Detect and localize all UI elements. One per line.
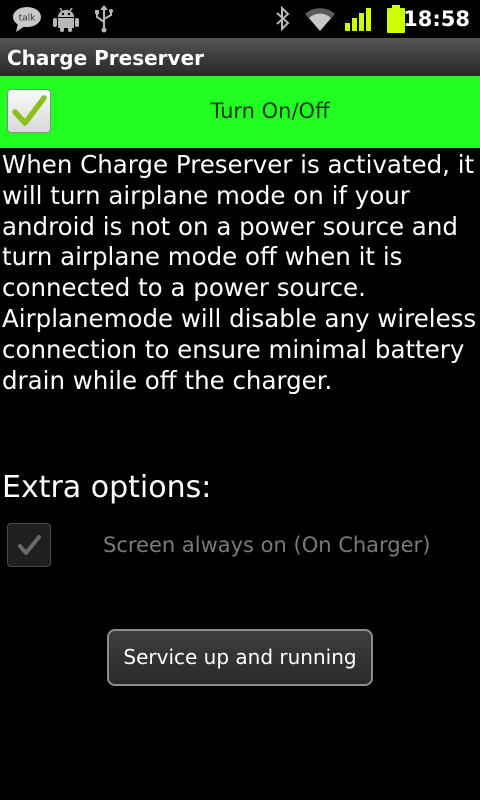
extra-options-heading: Extra options: bbox=[2, 470, 212, 505]
service-status-button[interactable]: Service up and running bbox=[107, 629, 373, 686]
app-title: Charge Preserver bbox=[7, 46, 205, 70]
title-bar: Charge Preserver bbox=[0, 38, 480, 77]
description-text: When Charge Preserver is activated, it w… bbox=[2, 150, 477, 395]
android-debug-icon bbox=[53, 7, 79, 32]
check-mark-icon bbox=[18, 535, 41, 555]
turn-on-off-label: Turn On/Off bbox=[210, 99, 330, 123]
turn-on-off-checkbox[interactable] bbox=[7, 89, 51, 133]
talk-icon: talk bbox=[13, 7, 41, 32]
turn-on-off-toggle[interactable]: Turn On/Off bbox=[0, 76, 480, 148]
talk-icon-label: talk bbox=[19, 14, 37, 24]
check-mark-icon bbox=[12, 95, 47, 126]
screen-always-on-checkbox[interactable] bbox=[7, 523, 51, 567]
usb-icon bbox=[95, 5, 113, 33]
clock: 18:58 bbox=[403, 7, 470, 31]
status-bar: talk 18:58 bbox=[0, 0, 480, 38]
screen-always-on-option[interactable]: Screen always on (On Charger) bbox=[0, 520, 480, 572]
wifi-icon bbox=[305, 8, 335, 31]
bluetooth-icon bbox=[276, 5, 290, 32]
screen-always-on-label: Screen always on (On Charger) bbox=[103, 533, 431, 557]
signal-icon bbox=[345, 8, 371, 31]
